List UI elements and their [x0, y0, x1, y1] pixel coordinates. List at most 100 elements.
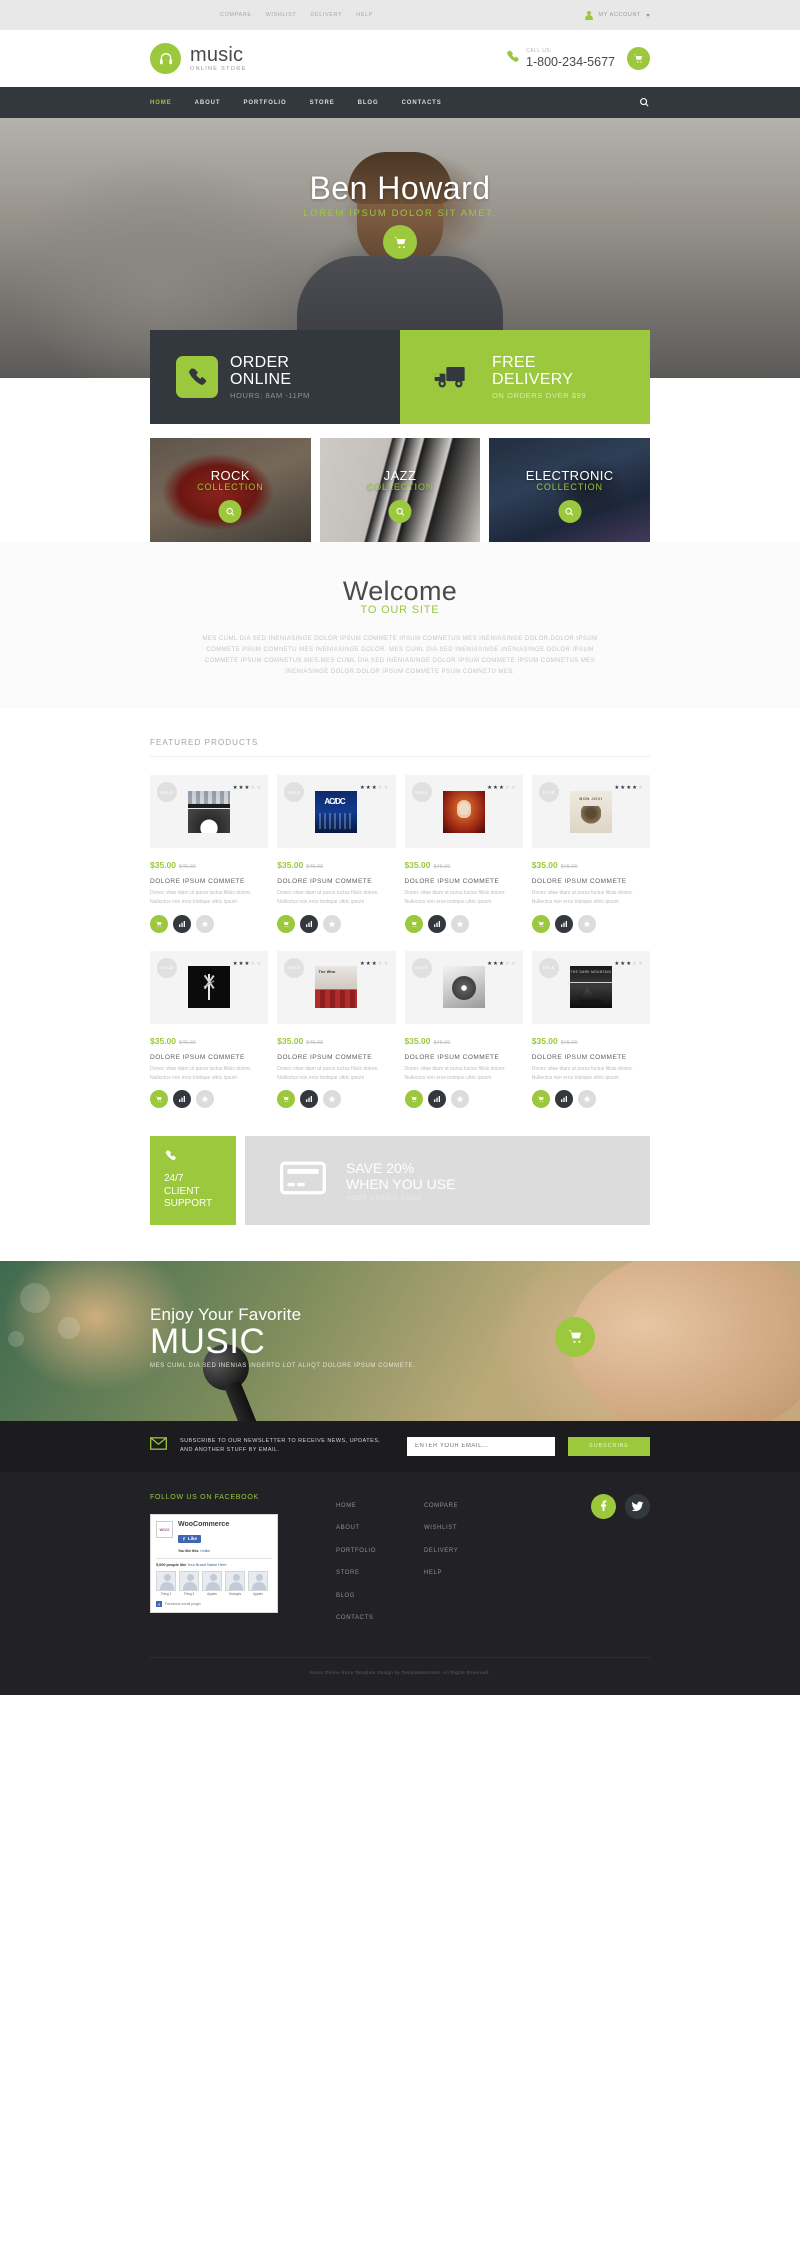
product-thumbnail[interactable]: SALE ★ ★ ★ ★ ★ AC/DC — [277, 775, 396, 849]
footer-nav-item[interactable]: COMPARE — [424, 1494, 458, 1512]
product-name[interactable]: DOLORE IPSUM COMMETE — [405, 878, 523, 885]
add-to-wishlist-button[interactable] — [577, 914, 596, 933]
collection-search-button[interactable] — [388, 500, 412, 523]
collection-search-button[interactable] — [558, 500, 582, 523]
compare-button[interactable] — [300, 914, 319, 933]
footer-nav-item[interactable]: HELP — [424, 1561, 458, 1579]
footer-nav-item[interactable]: WISHLIST — [424, 1516, 458, 1534]
footer-link[interactable]: COMPARE — [424, 1503, 458, 1509]
nav-item-portfolio[interactable]: PORTFOLIO — [243, 100, 286, 106]
top-link-wishlist[interactable]: WISHLIST — [266, 12, 297, 18]
footer-link[interactable]: WISHLIST — [424, 1525, 457, 1531]
product-thumbnail[interactable]: SALE ★ ★ ★ ★ ★ — [404, 775, 523, 849]
facebook-face[interactable]: Oranges — [225, 1570, 245, 1596]
hero-cart-button[interactable] — [383, 225, 417, 259]
footer-nav-item[interactable]: HOME — [336, 1494, 376, 1512]
product-card[interactable]: SALE ★ ★ ★ ★ ★ The Who $35.00 $45.00 DOLORE IPSUM… — [277, 950, 396, 1109]
collection-search-button[interactable] — [218, 500, 242, 523]
top-link-compare[interactable]: COMPARE — [220, 12, 252, 18]
facebook-like-widget[interactable]: WOO WooCommerce Like You like this. Unli… — [150, 1513, 278, 1614]
product-name[interactable]: DOLORE IPSUM COMMETE — [532, 878, 650, 885]
add-to-cart-button[interactable] — [150, 1090, 168, 1109]
product-name[interactable]: DOLORE IPSUM COMMETE — [150, 878, 268, 885]
collection-card-electronic[interactable]: ELECTRONIC COLLECTION — [489, 438, 651, 542]
client-support-box[interactable]: 24/7 CLIENT SUPPORT — [150, 1136, 236, 1225]
my-account-menu[interactable]: MY ACCOUNT — [584, 10, 650, 20]
compare-button[interactable] — [427, 914, 446, 933]
newsletter-email-input[interactable] — [407, 1436, 555, 1456]
cta-cart-button[interactable] — [555, 1316, 595, 1357]
add-to-cart-button[interactable] — [531, 914, 550, 933]
newsletter-subscribe-button[interactable]: SUBSCRIBE — [568, 1436, 650, 1456]
top-link-delivery[interactable]: DELIVERY — [310, 12, 342, 18]
nav-item-about[interactable]: ABOUT — [195, 100, 221, 106]
product-card[interactable]: SALE ★ ★ ★ ★ ★ $35.00 $45.00 DOLORE IPSUM COMMET… — [150, 950, 269, 1109]
add-to-wishlist-button[interactable] — [450, 914, 469, 933]
facebook-face[interactable]: Apples — [248, 1570, 268, 1596]
add-to-wishlist-button[interactable] — [323, 914, 342, 933]
product-card[interactable]: SALE ★ ★ ★ ★ ★ $35.00 $45.00 DOLORE IPSUM COMMET… — [404, 775, 523, 933]
footer-nav-item[interactable]: ABOUT — [336, 1516, 376, 1534]
nav-item-contacts[interactable]: CONTACTS — [402, 100, 442, 106]
social-facebook-button[interactable] — [591, 1493, 616, 1519]
credit-card-promo[interactable]: SAVE 20% WHEN YOU USE YOUR CREDIT CARD — [245, 1136, 650, 1225]
product-thumbnail[interactable]: SALE ★ ★ ★ ★ ★ — [150, 950, 269, 1024]
add-to-wishlist-button[interactable] — [196, 1090, 214, 1109]
compare-button[interactable] — [300, 1090, 319, 1109]
product-card[interactable]: SALE ★ ★ ★ ★ ★ BON JOVI $35.00 $45.00 DOLORE IPSU… — [531, 775, 650, 933]
product-thumbnail[interactable]: SALE ★ ★ ★ ★ ★ The Who — [277, 950, 396, 1024]
product-thumbnail[interactable]: SALE ★ ★ ★ ★ ★ THE DARK MOUNTAIN — [531, 950, 650, 1024]
nav-item-home[interactable]: HOME — [150, 100, 172, 106]
add-to-wishlist-button[interactable] — [323, 1090, 342, 1109]
compare-button[interactable] — [173, 1090, 191, 1109]
add-to-wishlist-button[interactable] — [196, 914, 214, 933]
product-card[interactable]: SALE ★ ★ ★ ★ ★ $35.00 $45.00 DOLORE IPSUM COMMET… — [150, 775, 269, 933]
top-link-help[interactable]: HELP — [356, 12, 373, 18]
footer-link[interactable]: HELP — [424, 1570, 442, 1576]
product-thumbnail[interactable]: SALE ★ ★ ★ ★ ★ — [150, 775, 269, 849]
footer-link[interactable]: PORTFOLIO — [336, 1548, 376, 1554]
add-to-wishlist-button[interactable] — [577, 1090, 596, 1109]
collection-card-jazz[interactable]: JAZZ COLLECTION — [319, 438, 481, 542]
promo-order-online[interactable]: ORDER ONLINE HOURS: 8AM -11PM — [150, 330, 400, 424]
product-card[interactable]: SALE ★ ★ ★ ★ ★ $35.00 $45.00 DOLORE IPSUM COMMET… — [404, 950, 523, 1109]
facebook-face[interactable]: Apples — [202, 1570, 222, 1596]
compare-button[interactable] — [554, 914, 573, 933]
add-to-cart-button[interactable] — [404, 914, 423, 933]
add-to-cart-button[interactable] — [277, 1090, 296, 1109]
facebook-brand-link[interactable]: Your Brand Name Here — [187, 1563, 226, 1567]
facebook-like-button[interactable]: Like — [178, 1534, 202, 1543]
logo[interactable]: music ONLINE STORE — [150, 43, 246, 74]
product-name[interactable]: DOLORE IPSUM COMMETE — [405, 1054, 523, 1061]
product-thumbnail[interactable]: SALE ★ ★ ★ ★ ★ — [404, 950, 523, 1024]
compare-button[interactable] — [554, 1090, 573, 1109]
footer-link[interactable]: CONTACTS — [336, 1615, 373, 1621]
product-thumbnail[interactable]: SALE ★ ★ ★ ★ ★ BON JOVI — [531, 775, 650, 849]
footer-nav-item[interactable]: PORTFOLIO — [336, 1539, 376, 1557]
compare-button[interactable] — [173, 914, 191, 933]
header-cart-button[interactable] — [627, 47, 650, 70]
footer-link[interactable]: HOME — [336, 1503, 356, 1509]
add-to-cart-button[interactable] — [150, 914, 168, 933]
promo-free-delivery[interactable]: FREE DELIVERY ON ORDERS OVER $99 — [400, 330, 650, 424]
social-twitter-button[interactable] — [625, 1493, 650, 1519]
footer-link[interactable]: ABOUT — [336, 1525, 360, 1531]
footer-nav-item[interactable]: STORE — [336, 1561, 376, 1579]
footer-nav-item[interactable]: CONTACTS — [336, 1606, 376, 1624]
product-name[interactable]: DOLORE IPSUM COMMETE — [277, 878, 395, 885]
product-name[interactable]: DOLORE IPSUM COMMETE — [532, 1054, 650, 1061]
search-icon[interactable] — [639, 97, 650, 108]
add-to-cart-button[interactable] — [277, 914, 296, 933]
facebook-face[interactable]: Thing 1 — [156, 1570, 176, 1596]
facebook-unlike-link[interactable]: Unlike — [200, 1549, 210, 1553]
add-to-cart-button[interactable] — [404, 1090, 423, 1109]
add-to-wishlist-button[interactable] — [450, 1090, 469, 1109]
footer-nav-item[interactable]: DELIVERY — [424, 1539, 458, 1557]
nav-item-store[interactable]: STORE — [310, 100, 335, 106]
footer-link[interactable]: DELIVERY — [424, 1548, 458, 1554]
product-card[interactable]: SALE ★ ★ ★ ★ ★ AC/DC $35.00 $45.00 DOLORE IPSUM C… — [277, 775, 396, 933]
product-card[interactable]: SALE ★ ★ ★ ★ ★ THE DARK MOUNTAIN $35.00 $45.00 DO… — [531, 950, 650, 1109]
footer-nav-item[interactable]: BLOG — [336, 1584, 376, 1602]
facebook-face[interactable]: Thing 2 — [179, 1570, 199, 1596]
nav-item-blog[interactable]: BLOG — [358, 100, 379, 106]
